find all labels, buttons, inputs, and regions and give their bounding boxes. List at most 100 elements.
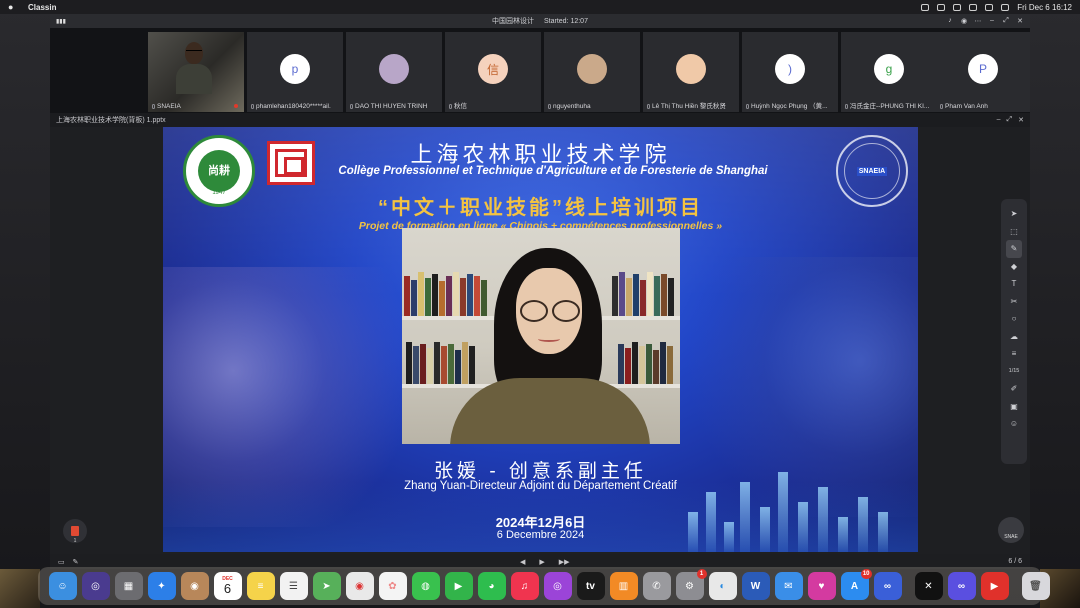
messages-icon[interactable]: ◍ <box>411 572 440 600</box>
participant-name: 秋信 <box>454 103 467 110</box>
link-icon[interactable]: ∞ <box>873 572 902 600</box>
window-titlebar: ▮▮▮ 中国园林设计 Started: 12:07 ♪ ◉ ⋯ – ⤢ ✕ <box>50 14 1030 28</box>
select-icon[interactable]: ⬚ <box>1006 223 1022 241</box>
app-menu[interactable]: Classin <box>28 3 56 12</box>
cursor-icon[interactable]: ➤ <box>1006 205 1022 223</box>
siri-icon[interactable]: ◎ <box>81 572 110 600</box>
slide-canvas[interactable]: 尚耕 1947 SNAEIA 上海农林职业技术学院 Collège Profes… <box>163 127 918 552</box>
mic-icon[interactable]: ♪ <box>946 17 954 25</box>
reminders-icon[interactable]: ☰ <box>279 572 308 600</box>
laser-icon[interactable]: ✎ <box>1006 240 1022 258</box>
whatsapp-icon[interactable]: ✆ <box>642 572 671 600</box>
participant-tile[interactable]: p phamlehan180420*****ail. <box>247 32 343 112</box>
qq-icon[interactable]: ◐ <box>708 572 737 600</box>
appstore-badge: 10 <box>860 569 872 579</box>
participant-name: nguyenthuha <box>553 103 591 110</box>
participant-tile[interactable]: Lê Thị Thu Hiền 黎氏秋贤 <box>643 32 739 112</box>
mic-icon <box>251 104 254 109</box>
mic-icon <box>647 104 650 109</box>
cloud-icon[interactable]: ☁ <box>1006 328 1022 346</box>
stack-icon[interactable]: ≡ <box>1006 345 1022 363</box>
screen-record-icon[interactable] <box>921 3 930 11</box>
text-icon[interactable]: T <box>1006 275 1022 293</box>
chat-icon[interactable]: ▣ <box>1006 398 1022 416</box>
vpn-icon[interactable]: ♥ <box>807 572 836 600</box>
note-icon[interactable]: ✎ <box>73 558 79 566</box>
participant-tile-teacher[interactable]: SNAEIA <box>148 32 244 112</box>
participant-tile[interactable]: DAO THI HUYEN TRINH <box>346 32 442 112</box>
window-controls: ♪ ◉ ⋯ – ⤢ ✕ <box>946 17 1024 25</box>
close-icon[interactable]: ✕ <box>1016 17 1024 25</box>
next-icon[interactable]: ▶▶ <box>559 558 570 566</box>
fullscreen-icon[interactable]: ⤢ <box>1007 116 1013 124</box>
avatar: ) <box>775 54 805 84</box>
appstore-icon[interactable]: A 10 <box>840 569 872 600</box>
prev-icon[interactable]: ◀ <box>520 558 525 566</box>
word-icon[interactable]: W <box>741 572 770 600</box>
pdf-icon[interactable]: ▶ <box>980 572 1009 600</box>
play-icon[interactable]: ▶ <box>539 558 544 566</box>
scissors-icon[interactable]: ✂ <box>1006 293 1022 311</box>
mail-icon[interactable]: ✉ <box>774 572 803 600</box>
courseware-count: 1 <box>73 538 77 544</box>
capcut-icon[interactable]: ✕ <box>914 572 943 600</box>
minimize-icon[interactable]: – <box>997 116 1001 124</box>
avatar: 信 <box>478 54 508 84</box>
notes-icon[interactable]: ≡ <box>246 572 275 600</box>
presenter-video[interactable] <box>402 228 680 444</box>
eraser-icon[interactable]: ◆ <box>1006 258 1022 276</box>
participant-tile[interactable]: ) Huỳnh Ngọc Phụng （黄... <box>742 32 838 112</box>
photos-icon[interactable]: ✿ <box>378 572 407 600</box>
participant-tile[interactable]: g 冯氏金庄--PHUNG THI KI... <box>841 32 937 112</box>
keyboard-icon[interactable] <box>953 3 962 11</box>
snaeia-avatar[interactable]: SNAE <box>998 517 1024 543</box>
music-icon[interactable]: ♫ <box>510 572 539 600</box>
edit-icon[interactable]: ✐ <box>1006 380 1022 398</box>
link-icon[interactable]: ∞ <box>947 572 976 600</box>
minimize-icon[interactable]: – <box>988 17 996 25</box>
wechat-icon[interactable]: ◕ <box>477 572 506 600</box>
finder-icon[interactable]: ☺ <box>48 572 77 600</box>
users-icon[interactable]: ☺ <box>1006 415 1022 433</box>
facetime-icon[interactable]: ▶ <box>444 572 473 600</box>
courseware-filename: 上海农林职业技术学院(背板) 1.pptx <box>56 117 166 124</box>
trash-icon[interactable]: 🗑 <box>1021 572 1050 600</box>
avatar <box>577 54 607 84</box>
contacts-icon[interactable]: ◉ <box>180 572 209 600</box>
safari-icon[interactable]: ✦ <box>147 572 176 600</box>
launchpad-icon[interactable]: ▦ <box>114 572 143 600</box>
chrome-icon[interactable]: ◉ <box>345 572 374 600</box>
more-icon[interactable]: ⋯ <box>974 17 982 25</box>
fullscreen-icon[interactable]: ⤢ <box>1002 17 1010 25</box>
clock[interactable]: Fri Dec 6 16:12 <box>1017 3 1072 12</box>
participant-tile[interactable]: 信 秋信 <box>445 32 541 112</box>
podcasts-icon[interactable]: ◎ <box>543 572 572 600</box>
calendar-icon[interactable]: DEC 6 <box>213 572 242 600</box>
slide-subtitle-cn: “中文＋职业技能”线上培训项目 <box>378 197 703 219</box>
tv-icon[interactable]: tv <box>576 572 605 600</box>
settings-icon[interactable]: ⚙ 1 <box>675 569 707 600</box>
maps-icon[interactable]: ➤ <box>312 572 341 600</box>
courseware-badge[interactable]: 1 <box>63 519 87 544</box>
books-icon[interactable]: ▥ <box>609 572 638 600</box>
participant-tile[interactable]: nguyenthuha <box>544 32 640 112</box>
snaeia-logo-text: SNAEIA <box>856 166 888 176</box>
file-icon <box>71 526 79 536</box>
dock: ☺ ◎ ▦ ✦ ◉ DEC 6 ≡ ☰ ➤ ◉ ✿ ◍ ▶ ◕ ♫ ◎ tv ▥… <box>38 567 1050 605</box>
toolbar-page-label: 1/15 <box>1008 368 1020 375</box>
avatar: P <box>968 54 998 84</box>
participant-name: Huỳnh Ngọc Phụng （黄... <box>751 103 828 110</box>
thumbnail-icon[interactable]: ▭ <box>58 558 65 566</box>
status-icons: Fri Dec 6 16:12 <box>921 3 1072 12</box>
search-icon[interactable] <box>1001 3 1010 11</box>
wifi-icon[interactable] <box>969 3 978 11</box>
close-icon[interactable]: ✕ <box>1018 116 1024 124</box>
shape-icon[interactable]: ○ <box>1006 310 1022 328</box>
apple-icon[interactable]: ● <box>8 2 18 12</box>
control-center-icon[interactable] <box>985 3 994 11</box>
participant-tile[interactable]: P Pham Van Anh <box>936 32 1030 112</box>
slide-date-fr: 6 Decembre 2024 <box>496 529 585 541</box>
battery-icon[interactable] <box>937 3 946 11</box>
playback-controls: ◀ ▶ ▶▶ <box>520 558 570 566</box>
camera-icon[interactable]: ◉ <box>960 17 968 25</box>
